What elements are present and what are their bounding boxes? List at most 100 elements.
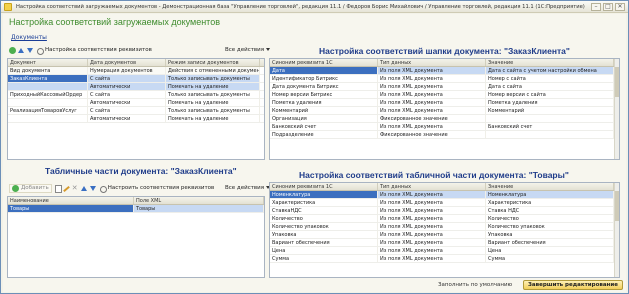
table-cell: Характеристика (270, 199, 378, 206)
table-cell: Из поля XML документа (378, 83, 486, 90)
add-button[interactable]: Добавить (9, 183, 52, 193)
tab-parts-all-actions-menu[interactable]: Все действия (225, 185, 271, 191)
settings-icon[interactable] (99, 185, 107, 193)
add-icon[interactable] (9, 46, 16, 54)
documents-grid[interactable]: Документ Дата документов Режим записи до… (7, 58, 265, 160)
scroll-thumb[interactable] (615, 191, 619, 221)
table-row[interactable]: Вид документа Нумерация документов Дейст… (8, 67, 264, 75)
move-up-icon[interactable] (80, 185, 88, 192)
table-cell: Из поля XML документа (378, 123, 486, 130)
table-row[interactable]: Автоматически Помечать на удаление (8, 99, 264, 107)
column-header[interactable]: Тип данных (378, 183, 486, 190)
table-row[interactable]: Подразделение Фиксированное значение (270, 131, 619, 139)
table-row[interactable]: Организация Фиксированное значение (270, 115, 619, 123)
window-title: Настройка соответствий загружаемых докум… (16, 4, 585, 10)
table-cell: Из поля XML документа (378, 91, 486, 98)
table-cell: ПриходныйКассовыйОрдер (8, 91, 88, 98)
header-mapping-title: Настройка соответствий шапки документа: … (319, 46, 570, 56)
fill-default-button[interactable]: Заполнить по умолчанию (438, 282, 512, 288)
table-cell: РеализацияТоваровУслуг (8, 107, 88, 114)
table-row[interactable]: Номенклатура Из поля XML документа Номен… (270, 191, 619, 199)
maximize-icon[interactable]: □ (603, 3, 613, 11)
table-row[interactable]: Комментарий Из поля XML документа Коммен… (270, 107, 619, 115)
table-cell: Из поля XML документа (378, 75, 486, 82)
column-header[interactable]: Режим записи документов (166, 59, 260, 66)
table-cell: Вариант обеспечения (486, 239, 614, 246)
column-header[interactable]: Значение (486, 183, 614, 190)
settings-icon[interactable] (36, 47, 44, 55)
vertical-scrollbar[interactable] (614, 59, 619, 159)
edit-icon[interactable] (63, 185, 70, 192)
table-cell: С сайта (88, 75, 166, 82)
table-cell: Товары (8, 205, 134, 212)
table-cell: Дата документа Битрикс (270, 83, 378, 90)
table-row[interactable]: Цена Из поля XML документа Цена (270, 247, 619, 255)
title-bar: Настройка соответствий загружаемых докум… (1, 1, 628, 13)
table-cell: Товары (134, 205, 264, 212)
vertical-scrollbar[interactable] (614, 183, 619, 277)
table-cell: Номенклатура (270, 191, 378, 198)
mapping-settings-button[interactable]: Настроить соответствия реквизитов (108, 185, 215, 191)
table-row[interactable]: Упаковка Из поля XML документа Упаковка (270, 231, 619, 239)
move-down-icon[interactable] (27, 47, 34, 54)
table-cell: Организация (270, 115, 378, 122)
table-row[interactable]: Автоматически Помечать на удаление (8, 83, 264, 91)
column-header[interactable]: Документ (8, 59, 88, 66)
table-cell: Действия с отмененными документами (166, 67, 260, 74)
scroll-thumb[interactable] (615, 67, 619, 97)
table-row[interactable]: Дата документа Битрикс Из поля XML докум… (270, 83, 619, 91)
column-header[interactable]: Поле XML (134, 197, 264, 204)
move-down-icon[interactable] (89, 185, 97, 192)
table-row[interactable]: РеализацияТоваровУслуг С сайта Только за… (8, 107, 264, 115)
table-row[interactable]: Автоматически Помечать на удаление (8, 115, 264, 123)
table-row[interactable]: Пометка удаления Из поля XML документа П… (270, 99, 619, 107)
column-header[interactable]: Значение (486, 59, 614, 66)
table-row[interactable]: Количество Из поля XML документа Количес… (270, 215, 619, 223)
table-row[interactable]: Банковский счет Из поля XML документа Ба… (270, 123, 619, 131)
finish-edit-button[interactable]: Завершить редактирование (523, 280, 623, 290)
table-cell: Дата с сайта с учетом настройки обмена (486, 67, 614, 74)
table-cell: Из поля XML документа (378, 207, 486, 214)
column-header[interactable]: Синоним реквизита 1С (270, 183, 378, 190)
move-up-icon[interactable] (18, 47, 25, 54)
delete-icon[interactable] (72, 184, 79, 192)
table-cell: Характеристика (486, 199, 614, 206)
table-row[interactable]: СтавкаНДС Из поля XML документа Ставка Н… (270, 207, 619, 215)
table-cell: Фиксированное значение (378, 131, 486, 138)
table-cell: Помечать на удаление (166, 99, 260, 106)
docs-all-actions-menu[interactable]: Все действия (225, 47, 271, 53)
table-cell (8, 115, 88, 122)
table-row[interactable]: Номер версии Битрикс Из поля XML докумен… (270, 91, 619, 99)
table-row[interactable]: ЗаказКлиента С сайта Только записывать д… (8, 75, 264, 83)
table-row[interactable]: Вариант обеспечения Из поля XML документ… (270, 239, 619, 247)
table-row[interactable]: ПриходныйКассовыйОрдер С сайта Только за… (8, 91, 264, 99)
close-icon[interactable]: ✕ (615, 3, 625, 11)
table-mapping-grid[interactable]: Синоним реквизита 1С Тип данных Значение… (269, 182, 620, 278)
table-cell: Банковский счет (486, 123, 614, 130)
table-row[interactable]: Дата Из поля XML документа Дата с сайта … (270, 67, 619, 75)
table-cell: Из поля XML документа (378, 239, 486, 246)
documents-link[interactable]: Документы (11, 34, 47, 41)
table-cell: Из поля XML документа (378, 255, 486, 262)
header-mapping-grid[interactable]: Синоним реквизита 1С Тип данных Значение… (269, 58, 620, 160)
column-header[interactable]: Наименование (8, 197, 134, 204)
column-header[interactable]: Синоним реквизита 1С (270, 59, 378, 66)
table-cell: Нумерация документов (88, 67, 166, 74)
all-actions-label: Все действия (225, 47, 265, 53)
column-header[interactable]: Тип данных (378, 59, 486, 66)
table-mapping-title: Настройка соответствий табличной части д… (299, 170, 569, 180)
all-actions-label: Все действия (225, 185, 265, 191)
minimize-icon[interactable]: – (591, 3, 601, 11)
copy-icon[interactable] (54, 184, 62, 193)
table-cell: Дата (270, 67, 378, 74)
table-row[interactable]: Количество упаковок Из поля XML документ… (270, 223, 619, 231)
table-row[interactable]: Идентификатор Битрикс Из поля XML докуме… (270, 75, 619, 83)
column-header[interactable]: Дата документов (88, 59, 166, 66)
mapping-settings-button[interactable]: Настройка соответствия реквизитов (45, 47, 152, 53)
docs-toolbar: Настройка соответствия реквизитов (9, 45, 152, 55)
table-cell: Автоматически (88, 115, 166, 122)
table-row[interactable]: Товары Товары (8, 205, 264, 213)
tab-parts-grid[interactable]: Наименование Поле XML Товары Товары (7, 196, 265, 278)
table-row[interactable]: Сумма Из поля XML документа Сумма (270, 255, 619, 263)
table-row[interactable]: Характеристика Из поля XML документа Хар… (270, 199, 619, 207)
